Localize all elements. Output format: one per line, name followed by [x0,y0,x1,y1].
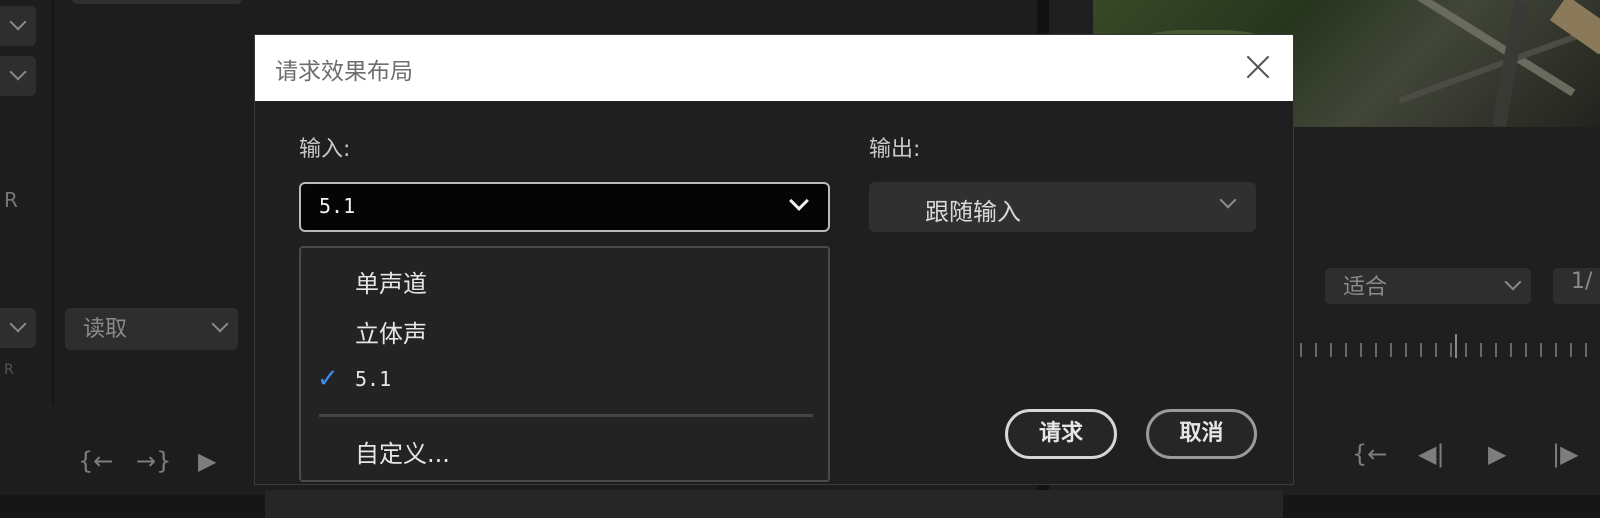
chevron-down-icon [789,191,809,211]
step-back-icon[interactable]: ◀| [1418,440,1445,468]
go-to-in-icon[interactable]: {← [78,447,113,475]
request-button[interactable]: 请求 [1005,409,1117,459]
partial-dropdown[interactable] [0,6,36,46]
output-layout-select[interactable]: 跟随输入 [869,182,1256,232]
resolution-value: 1/ [1571,269,1593,294]
menu-item-label: 立体声 [355,320,427,348]
menu-item-stereo[interactable]: 立体声 [301,308,828,352]
menu-item-label: 5.1 [355,367,392,391]
chevron-down-icon [1219,191,1237,209]
menu-item-custom[interactable]: 自定义... [301,428,828,472]
zoom-fit-value: 适合 [1343,275,1388,300]
close-icon[interactable] [1243,52,1273,82]
cancel-button[interactable]: 取消 [1146,409,1257,459]
menu-item-label: 单声道 [355,270,427,298]
zoom-fit-dropdown[interactable]: 适合 [1325,268,1531,304]
input-layout-dropdown-menu: 单声道 立体声 ✓ 5.1 自定义... [299,246,830,482]
playhead-tick [1455,334,1457,358]
bottom-bar-shadow [265,490,1283,518]
dialog-title: 请求效果布局 [275,59,413,85]
partial-dropdown[interactable] [0,308,36,348]
step-forward-icon[interactable]: |▶ [1552,440,1579,468]
request-effect-layout-dialog: 请求效果布局 输入: 输出: 5.1 跟随输入 单声道 立体声 ✓ 5.1 自定… [254,34,1294,485]
menu-item-5-1[interactable]: ✓ 5.1 [301,358,828,402]
go-to-in-icon[interactable]: {← [1352,440,1387,468]
input-layout-value: 5.1 [319,194,356,218]
timeline-ruler[interactable] [1300,343,1600,357]
output-layout-value: 跟随输入 [925,198,1021,226]
panel-divider [52,0,54,405]
resolution-dropdown[interactable]: 1/ [1553,268,1600,304]
go-to-out-icon[interactable]: →} [136,447,171,475]
menu-item-label: 自定义... [355,440,450,468]
play-icon[interactable]: ▶ [198,447,216,475]
track-letter: R [4,188,18,212]
menu-item-mono[interactable]: 单声道 [301,258,828,302]
menu-separator [319,414,813,417]
input-layout-select[interactable]: 5.1 [299,182,830,232]
play-icon[interactable]: ▶ [1488,440,1506,468]
track-letter: R [4,362,14,378]
output-label: 输出: [869,137,921,162]
partial-dropdown[interactable] [0,56,36,96]
dialog-titlebar: 请求效果布局 [255,35,1293,101]
input-label: 输入: [299,137,351,162]
read-mode-dropdown[interactable]: 读取 [65,308,238,350]
partial-dropdown[interactable] [72,0,242,4]
read-mode-value: 读取 [83,317,128,342]
checkmark-icon: ✓ [317,364,339,394]
